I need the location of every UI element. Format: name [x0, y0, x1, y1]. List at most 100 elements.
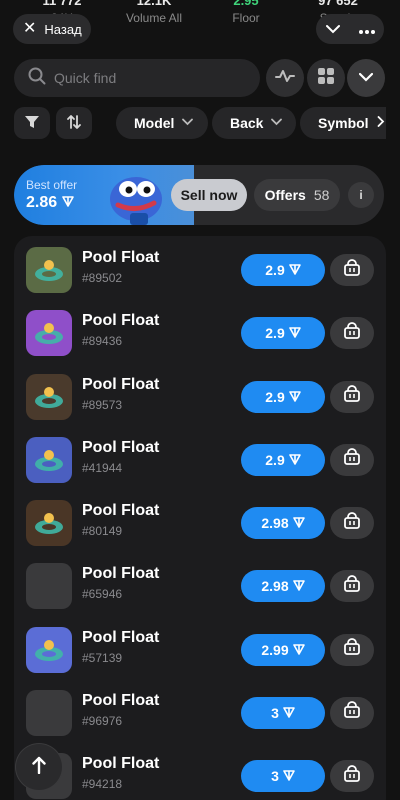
stat-value: 97 652 [318, 0, 358, 8]
list-item[interactable]: Pool Float #65946 2.98 [26, 561, 376, 611]
price-button[interactable]: 3 [241, 760, 325, 792]
search-bar[interactable] [14, 59, 260, 97]
cart-icon [343, 764, 361, 788]
activity-button[interactable] [266, 59, 304, 97]
list-item[interactable]: Pool Float #89436 2.9 [26, 308, 376, 358]
list-item[interactable]: Pool Float #41944 2.9 [26, 435, 376, 485]
info-icon[interactable]: i [348, 182, 374, 208]
item-number: #94218 [82, 777, 123, 791]
item-name: Pool Float [82, 691, 160, 709]
item-number: #89436 [82, 334, 123, 349]
item-thumbnail [26, 247, 72, 293]
expand-button[interactable] [347, 59, 385, 97]
add-to-cart-button[interactable] [330, 507, 374, 539]
best-offer-value: 2.86 [26, 194, 74, 212]
arrow-up-icon [32, 754, 46, 780]
list-item[interactable]: Pool Float #89573 2.9 [26, 372, 376, 422]
price-button[interactable]: 2.98 [241, 507, 325, 539]
cart-icon [343, 258, 361, 282]
ton-icon [288, 325, 301, 341]
item-price: 2.9 [265, 451, 285, 468]
price-button[interactable]: 2.9 [241, 317, 325, 350]
offers-label: Offers [264, 187, 306, 203]
list-item[interactable]: Pool Float #80149 2.98 [26, 498, 376, 548]
item-name: Pool Float [82, 375, 160, 393]
item-price: 3 [271, 768, 279, 784]
cart-icon [343, 448, 361, 471]
stat-volume: 12.1K Volume All [114, 0, 194, 36]
add-to-cart-button[interactable] [330, 696, 374, 729]
item-price: 2.9 [265, 325, 285, 342]
item-price: 2.9 [265, 388, 285, 405]
add-to-cart-button[interactable] [330, 254, 374, 286]
add-to-cart-button[interactable] [330, 380, 374, 413]
add-to-cart-button[interactable] [330, 443, 374, 476]
item-thumbnail [26, 373, 72, 420]
scroll-to-top-button[interactable] [16, 744, 62, 790]
cart-icon [343, 385, 361, 408]
ton-icon [292, 515, 305, 531]
item-thumbnail [26, 689, 72, 736]
item-name: Pool Float [82, 628, 160, 646]
add-to-cart-button[interactable] [330, 633, 374, 666]
back-button[interactable]: ✕ Назад [13, 14, 91, 44]
chevron-down-icon[interactable] [325, 21, 340, 38]
grid-icon [317, 67, 335, 90]
stat-label: Floor [232, 11, 260, 25]
more-icon[interactable] [358, 21, 375, 38]
price-button[interactable]: 2.98 [241, 570, 325, 603]
ton-icon [288, 452, 301, 468]
item-number: #80149 [82, 524, 123, 538]
item-name: Pool Float [82, 312, 160, 330]
item-thumbnail [26, 310, 72, 357]
item-price: 3 [271, 704, 279, 721]
filter-chip-model[interactable]: Model [116, 107, 208, 139]
screen: 11 772 24H 12.1K Volume All 2.95 Floor 9… [0, 0, 400, 800]
list-item[interactable]: Pool Float #57139 2.99 [26, 625, 376, 675]
filter-chip-symbol[interactable]: Symbol [300, 107, 386, 139]
ton-icon [288, 389, 301, 405]
list-item[interactable]: Pool Float #94218 3 [26, 751, 376, 800]
stat-value: 11 772 [42, 0, 82, 8]
chevron-down-icon [358, 69, 374, 87]
sell-now-button[interactable]: Sell now [171, 179, 247, 211]
stat-value: 12.1K [136, 0, 172, 8]
item-thumbnail [26, 436, 72, 483]
window-controls [316, 14, 384, 44]
item-number: #65946 [82, 587, 123, 602]
filter-chip-back[interactable]: Back [212, 107, 296, 139]
chip-label: Back [230, 115, 264, 131]
grid-view-button[interactable] [307, 59, 345, 97]
chevron-right-icon [377, 116, 385, 130]
sort-button[interactable] [56, 107, 92, 139]
chevron-down-icon [271, 117, 283, 129]
stat-value: 2.95 [233, 0, 259, 8]
price-button[interactable]: 3 [241, 696, 325, 729]
cart-icon [343, 701, 361, 724]
list-item[interactable]: Pool Float #96976 3 [26, 688, 376, 738]
price-button[interactable]: 2.9 [241, 443, 325, 476]
offers-count: 58 [313, 187, 330, 203]
back-label: Назад [44, 21, 82, 37]
ton-icon [292, 578, 305, 594]
item-name: Pool Float [82, 755, 160, 772]
item-name: Pool Float [82, 502, 160, 519]
search-input[interactable] [54, 70, 244, 86]
best-offer-banner: Best offer 2.86 Sell now Offers 58 i [14, 165, 384, 225]
price-button[interactable]: 2.9 [241, 380, 325, 413]
cart-icon [343, 574, 361, 598]
chip-label: Model [134, 115, 175, 131]
ton-icon [283, 705, 295, 721]
price-button[interactable]: 2.99 [241, 633, 325, 666]
add-to-cart-button[interactable] [330, 570, 374, 603]
offers-button[interactable]: Offers 58 [254, 179, 340, 211]
price-button[interactable]: 2.9 [241, 254, 325, 286]
list-item[interactable]: Pool Float #89502 2.9 [26, 245, 376, 295]
item-number: #96976 [82, 713, 123, 728]
add-to-cart-button[interactable] [330, 317, 374, 350]
item-number: #41944 [82, 460, 123, 475]
item-name: Pool Float [82, 565, 160, 583]
add-to-cart-button[interactable] [330, 760, 374, 792]
filter-button[interactable] [14, 107, 50, 139]
ton-icon [288, 262, 301, 278]
